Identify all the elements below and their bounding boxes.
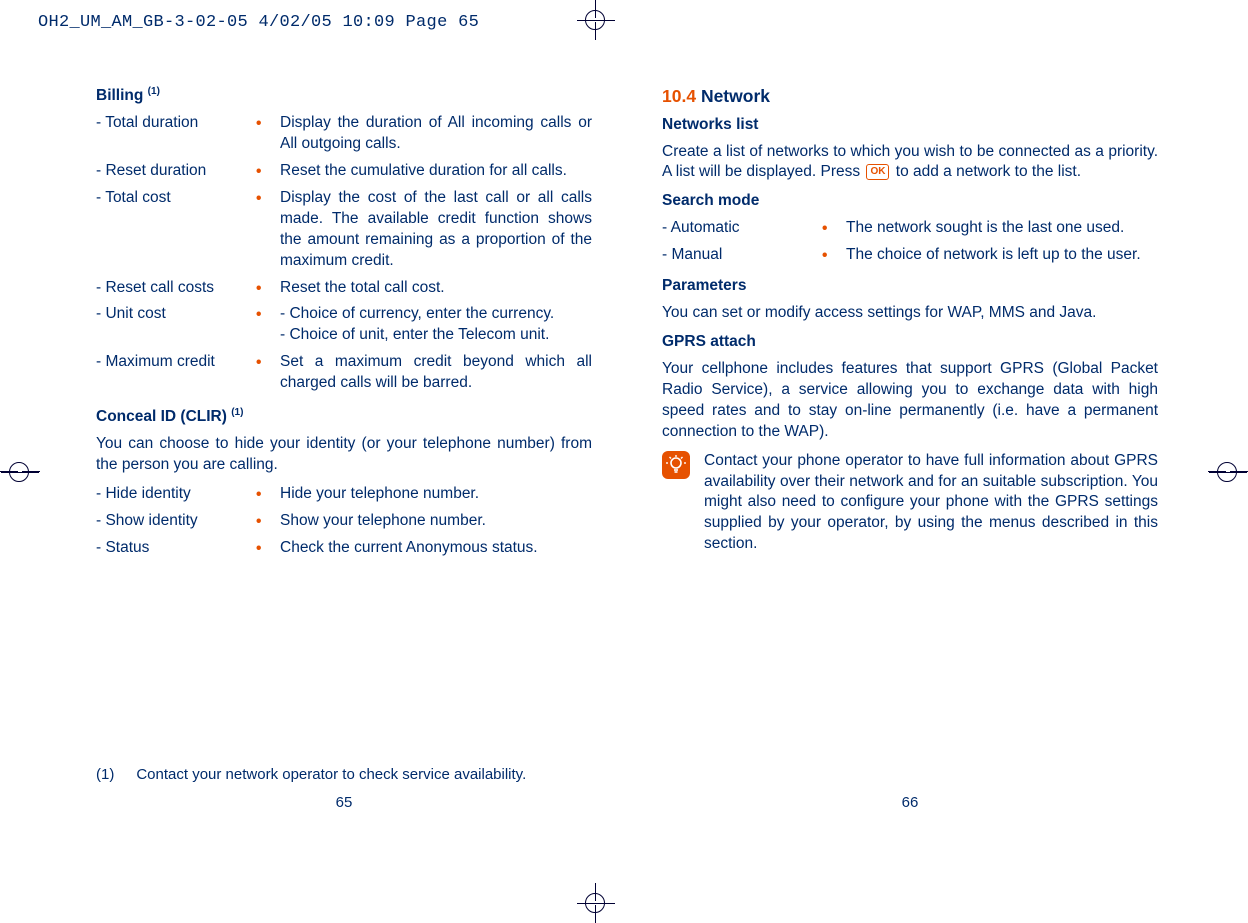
networks-body-2: to add a network to the list. (896, 163, 1081, 180)
conceal-heading-sup: (1) (231, 407, 243, 418)
crop-mark-top (576, 0, 616, 40)
def-term: - Hide identity (96, 484, 256, 505)
footnote: (1) Contact your network operator to che… (96, 765, 526, 785)
conceal-heading: Conceal ID (CLIR) (1) (96, 406, 592, 428)
bullet-icon: • (256, 114, 280, 156)
def-desc: Set a maximum credit beyond which all ch… (280, 352, 592, 394)
search-mode-heading: Search mode (662, 191, 1158, 212)
def-term: - Maximum credit (96, 352, 256, 394)
bullet-icon: • (256, 512, 280, 533)
def-row: - Total cost•Display the cost of the las… (96, 188, 592, 272)
def-term: - Automatic (662, 218, 822, 239)
def-desc: Hide your telephone number. (280, 484, 592, 505)
def-term: - Total duration (96, 113, 256, 155)
def-term: - Show identity (96, 511, 256, 532)
def-row: - Automatic•The network sought is the la… (662, 218, 1158, 239)
networks-list-heading: Networks list (662, 115, 1158, 136)
def-desc: Check the current Anonymous status. (280, 538, 592, 559)
def-desc: Reset the total call cost. (280, 278, 592, 299)
def-row: - Total duration•Display the duration of… (96, 113, 592, 155)
billing-heading-sup: (1) (148, 86, 160, 97)
def-desc: Display the duration of All incoming cal… (280, 113, 592, 155)
def-row: - Reset duration•Reset the cumulative du… (96, 161, 592, 182)
gprs-body: Your cellphone includes features that su… (662, 359, 1158, 443)
crop-mark-bottom (576, 883, 616, 923)
footnote-marker: (1) (96, 765, 114, 785)
crop-mark-right (1208, 452, 1248, 492)
parameters-heading: Parameters (662, 276, 1158, 297)
bullet-icon: • (256, 539, 280, 560)
def-desc: - Choice of currency, enter the currency… (280, 304, 592, 346)
footnote-text: Contact your network operator to check s… (136, 765, 526, 785)
page-number-left: 65 (96, 793, 592, 813)
gprs-heading: GPRS attach (662, 332, 1158, 353)
def-row: - Hide identity•Hide your telephone numb… (96, 484, 592, 505)
def-desc: The choice of network is left up to the … (846, 245, 1158, 266)
def-term: - Unit cost (96, 304, 256, 346)
def-row: - Manual•The choice of network is left u… (662, 245, 1158, 266)
billing-heading-text: Billing (96, 87, 143, 104)
billing-heading: Billing (1) (96, 85, 592, 107)
def-desc: Display the cost of the last call or all… (280, 188, 592, 272)
bullet-icon: • (822, 246, 846, 267)
def-term: - Reset call costs (96, 278, 256, 299)
bullet-icon: • (256, 189, 280, 273)
search-mode-list: - Automatic•The network sought is the la… (662, 218, 1158, 266)
conceal-heading-text: Conceal ID (CLIR) (96, 408, 227, 425)
def-term: - Reset duration (96, 161, 256, 182)
tip-lightbulb-icon (662, 451, 690, 479)
parameters-body: You can set or modify access settings fo… (662, 303, 1158, 324)
conceal-list: - Hide identity•Hide your telephone numb… (96, 484, 592, 559)
def-term: - Status (96, 538, 256, 559)
billing-list: - Total duration•Display the duration of… (96, 113, 592, 394)
tip-row: Contact your phone operator to have full… (662, 451, 1158, 556)
def-row: - Reset call costs•Reset the total call … (96, 278, 592, 299)
def-row: - Unit cost•- Choice of currency, enter … (96, 304, 592, 346)
conceal-intro: You can choose to hide your identity (or… (96, 434, 592, 476)
def-term: - Total cost (96, 188, 256, 272)
def-desc: Show your telephone number. (280, 511, 592, 532)
bullet-icon: • (256, 279, 280, 300)
def-row: - Status•Check the current Anonymous sta… (96, 538, 592, 559)
ok-key-icon: OK (866, 164, 889, 180)
def-row: - Show identity•Show your telephone numb… (96, 511, 592, 532)
bullet-icon: • (256, 353, 280, 395)
bullet-icon: • (256, 162, 280, 183)
def-term: - Manual (662, 245, 822, 266)
network-section-number: 10.4 (662, 86, 696, 106)
bullet-icon: • (822, 219, 846, 240)
tip-body: Contact your phone operator to have full… (704, 451, 1158, 556)
crop-mark-left (0, 452, 40, 492)
page-left: Billing (1) - Total duration•Display the… (96, 85, 592, 825)
print-header: OH2_UM_AM_GB-3-02-05 4/02/05 10:09 Page … (38, 12, 479, 35)
network-heading: 10.4 Network (662, 85, 1158, 109)
def-desc: The network sought is the last one used. (846, 218, 1158, 239)
page-number-right: 66 (662, 793, 1158, 813)
def-desc: Reset the cumulative duration for all ca… (280, 161, 592, 182)
network-section-title: Network (701, 86, 770, 106)
def-row: - Maximum credit•Set a maximum credit be… (96, 352, 592, 394)
bullet-icon: • (256, 305, 280, 347)
page-right: 10.4 Network Networks list Create a list… (662, 85, 1158, 825)
networks-list-body: Create a list of networks to which you w… (662, 142, 1158, 184)
bullet-icon: • (256, 485, 280, 506)
